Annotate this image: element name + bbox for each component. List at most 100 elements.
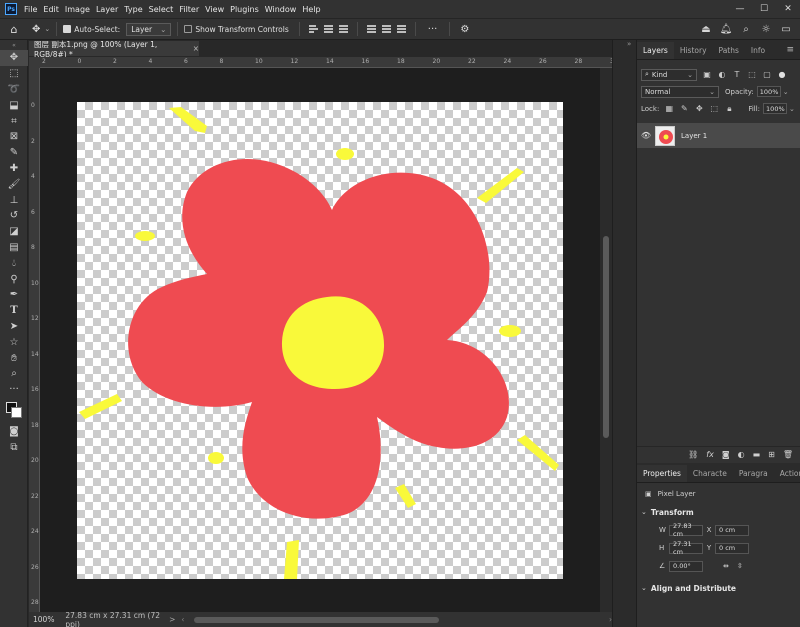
document-canvas[interactable] — [77, 102, 563, 579]
pen-tool-icon[interactable]: ✒ — [0, 287, 28, 303]
filter-type-icon[interactable]: T — [732, 70, 742, 79]
ruler-origin[interactable] — [29, 57, 40, 68]
new-layer-icon[interactable]: ⊞ — [768, 450, 775, 459]
filter-shape-icon[interactable]: ⬚ — [747, 70, 757, 79]
shape-tool-icon[interactable]: ☆ — [0, 334, 28, 350]
dodge-tool-icon[interactable]: ⚲ — [0, 271, 28, 287]
flip-horizontal-icon[interactable]: ⇹ — [723, 562, 729, 570]
history-brush-tool-icon[interactable]: ↺ — [0, 208, 28, 224]
background-color-swatch[interactable] — [11, 406, 22, 418]
lock-position-icon[interactable]: ✥ — [694, 104, 704, 113]
panel-menu-icon[interactable]: ≡ — [786, 45, 800, 59]
maximize-button[interactable]: ☐ — [752, 0, 776, 18]
tab-paths[interactable]: Paths — [713, 46, 745, 59]
layer-kind-filter[interactable]: ⌕ Kind ⌄ — [641, 68, 697, 81]
color-swatches-icon[interactable] — [0, 398, 28, 424]
height-field[interactable]: 27.31 cm — [669, 540, 703, 556]
home-icon[interactable]: ⌂ — [0, 23, 28, 36]
minimize-button[interactable]: — — [728, 0, 752, 18]
discover-lightbulb-icon[interactable]: ☼ — [756, 20, 776, 38]
menu-file[interactable]: File — [24, 5, 43, 14]
flip-vertical-icon[interactable]: ⇳ — [737, 562, 743, 570]
menu-edit[interactable]: Edit — [43, 5, 65, 14]
align-header[interactable]: ⌄ Align and Distribute — [637, 579, 800, 597]
show-transform-checkbox[interactable] — [184, 25, 193, 33]
edit-toolbar-icon[interactable]: ··· — [0, 382, 28, 398]
adjustment-icon[interactable]: ◐ — [738, 450, 745, 459]
path-selection-tool-icon[interactable]: ➤ — [0, 319, 28, 335]
chevron-down-icon[interactable]: ⌄ — [783, 88, 789, 96]
align-middle-icon[interactable] — [381, 25, 391, 33]
opacity-field[interactable]: 100% — [756, 86, 781, 97]
type-tool-icon[interactable]: T — [0, 303, 28, 319]
eraser-tool-icon[interactable]: ◪ — [0, 224, 28, 240]
lock-all-icon[interactable]: 🔒︎ — [724, 104, 734, 113]
lock-transparent-icon[interactable]: ▦ — [664, 104, 674, 113]
mask-icon[interactable]: ◙ — [722, 450, 730, 459]
menu-help[interactable]: Help — [302, 5, 326, 14]
move-tool-icon[interactable]: ✥ — [0, 50, 28, 66]
cloud-upload-icon[interactable]: ⏏ — [696, 20, 716, 38]
zoom-level[interactable]: 100% — [29, 615, 61, 624]
menu-window[interactable]: Window — [265, 5, 303, 14]
align-top-icon[interactable] — [366, 25, 376, 33]
crop-tool-icon[interactable]: ⌗ — [0, 113, 28, 129]
auto-select-checkbox[interactable] — [63, 25, 72, 33]
collapse-panels-icon[interactable]: » — [627, 40, 631, 48]
settings-gear-icon[interactable]: ⚙ — [460, 24, 469, 35]
tab-history[interactable]: History — [674, 46, 713, 59]
x-field[interactable]: 0 cm — [715, 524, 749, 536]
close-window-button[interactable]: ✕ — [776, 0, 800, 18]
brush-tool-icon[interactable]: 🖌︎ — [0, 176, 28, 192]
link-icon[interactable]: ⛓︎ — [688, 450, 698, 459]
healing-brush-tool-icon[interactable]: ✚ — [0, 161, 28, 177]
lock-artboard-icon[interactable]: ⬚ — [709, 104, 719, 113]
horizontal-ruler[interactable]: 2024681012141618202224262830 — [40, 57, 618, 68]
quick-mask-icon[interactable]: ◙ — [0, 424, 28, 440]
tab-info[interactable]: Info — [745, 46, 771, 59]
hand-tool-icon[interactable]: ✋︎ — [0, 350, 28, 366]
menu-layer[interactable]: Layer — [96, 5, 124, 14]
marquee-tool-icon[interactable]: ⬚ — [0, 66, 28, 82]
tool-preset-chevron-icon[interactable]: ⌄ — [44, 25, 50, 33]
lock-pixels-icon[interactable]: ✎ — [679, 104, 689, 113]
object-selection-tool-icon[interactable]: ⬓ — [0, 97, 28, 113]
chevron-down-icon[interactable]: ⌄ — [789, 105, 795, 113]
width-field[interactable]: 27.83 cm — [669, 522, 703, 538]
vertical-scrollbar[interactable] — [600, 68, 612, 612]
align-left-icon[interactable] — [308, 25, 318, 33]
layer-name[interactable]: Layer 1 — [681, 132, 707, 140]
eyedropper-tool-icon[interactable]: ✎ — [0, 145, 28, 161]
filter-smart-object-icon[interactable]: ▢ — [762, 70, 772, 79]
visibility-eye-icon[interactable]: 👁︎ — [637, 131, 655, 140]
tab-character[interactable]: Characte — [687, 469, 733, 482]
fx-icon[interactable]: fx — [706, 450, 714, 459]
status-menu-caret[interactable]: > — [169, 615, 175, 624]
delete-icon[interactable]: 🗑︎ — [783, 450, 793, 459]
menu-plugins[interactable]: Plugins — [230, 5, 265, 14]
screen-mode-icon[interactable]: ⧉ — [0, 439, 28, 455]
filter-adjustment-icon[interactable]: ◐ — [717, 70, 727, 79]
gradient-tool-icon[interactable]: ▤ — [0, 240, 28, 256]
clone-stamp-tool-icon[interactable]: ⊥ — [0, 192, 28, 208]
search-icon[interactable]: ⌕ — [736, 20, 756, 38]
fill-field[interactable]: 100% — [763, 103, 788, 114]
zoom-tool-icon[interactable]: ⌕ — [0, 366, 28, 382]
align-right-icon[interactable] — [338, 25, 348, 33]
workspace-icon[interactable]: ▭ — [776, 20, 796, 38]
align-center-icon[interactable] — [323, 25, 333, 33]
lasso-tool-icon[interactable]: ➰ — [0, 82, 28, 98]
more-options-button[interactable]: ··· — [428, 24, 438, 35]
notification-bell-icon[interactable]: 🔔︎ — [716, 20, 736, 38]
transform-header[interactable]: ⌄ Transform — [637, 503, 800, 521]
auto-select-dropdown[interactable]: Layer ⌄ — [126, 22, 172, 36]
layer-row[interactable]: 👁︎ Layer 1 — [637, 123, 800, 148]
tab-paragraph[interactable]: Paragra — [733, 469, 774, 482]
vertical-ruler[interactable]: 0 2 4 6 8 10 12 14 16 18 20 22 24 26 28 — [29, 68, 40, 612]
group-icon[interactable]: ▬ — [753, 450, 761, 459]
tab-layers[interactable]: Layers — [637, 42, 674, 59]
menu-type[interactable]: Type — [124, 5, 148, 14]
menu-image[interactable]: Image — [65, 5, 96, 14]
collapse-icon[interactable]: « — [0, 40, 28, 50]
document-tab[interactable]: 图层 副本1.png @ 100% (Layer 1, RGB/8#) * × — [29, 40, 199, 59]
